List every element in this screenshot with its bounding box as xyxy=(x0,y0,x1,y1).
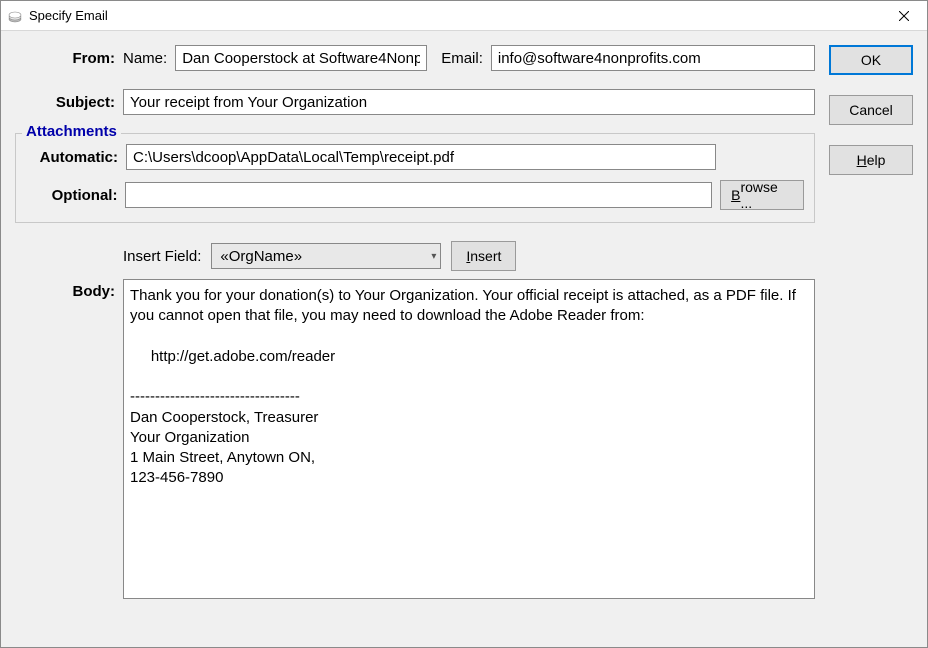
form-column: From: Name: Email: Subject: Attachments … xyxy=(15,45,815,633)
automatic-path-input xyxy=(126,144,716,170)
dialog-window: Specify Email From: Name: Email: Subject… xyxy=(0,0,928,648)
attachments-group: Attachments Automatic: Optional: Browse … xyxy=(15,133,815,223)
close-icon xyxy=(899,11,909,21)
attachments-legend: Attachments xyxy=(22,123,121,140)
window-title: Specify Email xyxy=(29,8,108,23)
from-email-input[interactable] xyxy=(491,45,815,71)
insert-field-row: Insert Field: «OrgName» ▾ Insert xyxy=(123,241,815,271)
insert-field-select[interactable]: «OrgName» ▾ xyxy=(211,243,441,269)
titlebar-left: Specify Email xyxy=(7,8,108,24)
optional-path-input[interactable] xyxy=(125,182,712,208)
browse-button[interactable]: Browse ... xyxy=(720,180,804,210)
subject-row: Subject: xyxy=(15,89,815,115)
titlebar: Specify Email xyxy=(1,1,927,31)
from-row: From: Name: Email: xyxy=(15,45,815,71)
close-button[interactable] xyxy=(881,1,927,31)
email-label: Email: xyxy=(441,50,483,67)
name-label: Name: xyxy=(123,50,167,67)
subject-label: Subject: xyxy=(15,94,123,111)
body-label: Body: xyxy=(15,279,123,599)
chevron-down-icon: ▾ xyxy=(431,251,436,262)
app-icon xyxy=(7,8,23,24)
insert-field-selected: «OrgName» xyxy=(220,248,302,265)
button-column: OK Cancel Help xyxy=(829,45,913,633)
ok-button[interactable]: OK xyxy=(829,45,913,75)
help-button[interactable]: Help xyxy=(829,145,913,175)
optional-label: Optional: xyxy=(26,187,117,204)
body-row: Body: xyxy=(15,279,815,599)
body-textarea[interactable] xyxy=(123,279,815,599)
automatic-row: Automatic: xyxy=(26,144,804,170)
from-label: From: xyxy=(15,50,123,67)
dialog-content: From: Name: Email: Subject: Attachments … xyxy=(1,31,927,647)
subject-input[interactable] xyxy=(123,89,815,115)
optional-row: Optional: Browse ... xyxy=(26,180,804,210)
insert-field-label: Insert Field: xyxy=(123,248,201,265)
cancel-button[interactable]: Cancel xyxy=(829,95,913,125)
insert-button[interactable]: Insert xyxy=(451,241,516,271)
automatic-label: Automatic: xyxy=(26,149,118,166)
from-name-input[interactable] xyxy=(175,45,427,71)
from-body: Name: Email: xyxy=(123,45,815,71)
